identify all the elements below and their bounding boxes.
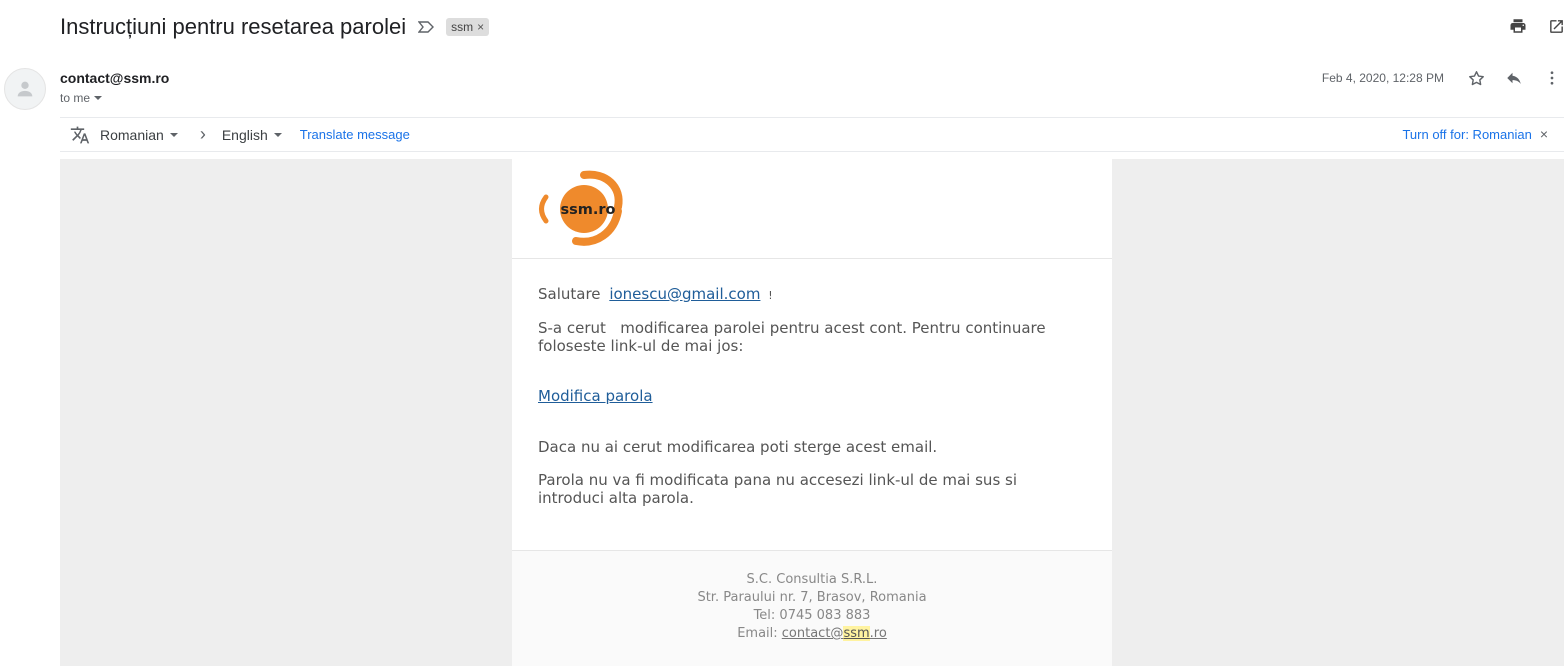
footer-email-tld: .ro bbox=[869, 626, 887, 641]
reply-icon[interactable] bbox=[1504, 68, 1524, 88]
more-vert-icon[interactable] bbox=[1542, 68, 1562, 88]
paragraph-1-a: S-a cerut bbox=[538, 319, 606, 337]
label-chip-text: ssm bbox=[451, 20, 474, 34]
paragraph-2: Daca nu ai cerut modificarea poti sterge… bbox=[538, 438, 938, 456]
recipient-text: to me bbox=[60, 91, 91, 105]
footer-address: Str. Paraului nr. 7, Brasov, Romania bbox=[697, 590, 927, 605]
email-content: Salutare ionescu@gmail.com ! S-a cerut m… bbox=[512, 259, 1112, 507]
translate-bar: Romanian › English Translate message Tur… bbox=[60, 117, 1564, 152]
thread-actions bbox=[1508, 16, 1566, 36]
message-date: Feb 4, 2020, 12:28 PM bbox=[1321, 71, 1444, 85]
open-in-new-window-icon[interactable] bbox=[1546, 16, 1566, 36]
footer-email-label: Email: bbox=[737, 626, 782, 641]
ssm-logo: ssm.ro bbox=[539, 170, 623, 246]
greeting-end: ! bbox=[768, 289, 773, 302]
translate-icon bbox=[70, 125, 90, 145]
chevron-right-icon: › bbox=[199, 124, 206, 144]
source-language-select[interactable]: Romanian bbox=[100, 127, 178, 143]
footer-phone: Tel: 0745 083 883 bbox=[753, 608, 871, 623]
email-header: ssm.ro bbox=[512, 159, 1112, 259]
paragraph-1: S-a cerut modificarea parolei pentru ace… bbox=[538, 319, 1086, 355]
print-icon[interactable] bbox=[1508, 16, 1528, 36]
turn-off-translate: Turn off for: Romanian × bbox=[1402, 126, 1548, 142]
sender-email[interactable]: contact@ssm.ro bbox=[60, 70, 169, 86]
chevron-down-icon bbox=[273, 132, 282, 137]
greeting-email-link[interactable]: ionescu@gmail.com bbox=[609, 285, 760, 303]
star-icon[interactable] bbox=[1466, 68, 1486, 88]
label-chip-ssm[interactable]: ssm × bbox=[446, 18, 490, 36]
paragraph-3: Parola nu va fi modificata pana nu acces… bbox=[538, 471, 1018, 507]
footer-email-highlight: ssm bbox=[843, 626, 870, 641]
email-footer: S.C. Consultia S.R.L. Str. Paraului nr. … bbox=[512, 550, 1112, 666]
greeting-text: Salutare bbox=[538, 285, 601, 303]
translate-message-link[interactable]: Translate message bbox=[300, 127, 410, 142]
chevron-down-icon[interactable] bbox=[94, 96, 103, 100]
close-icon[interactable]: × bbox=[1540, 126, 1548, 142]
footer-company: S.C. Consultia S.R.L. bbox=[746, 572, 878, 587]
person-avatar-icon bbox=[17, 81, 33, 97]
turn-off-translate-link[interactable]: Turn off for: Romanian bbox=[1402, 127, 1531, 142]
footer-email-user: contact@ bbox=[781, 626, 844, 641]
recipient-details[interactable]: to me bbox=[60, 91, 103, 105]
source-language-label: Romanian bbox=[100, 126, 164, 143]
sender-avatar[interactable] bbox=[4, 68, 46, 110]
remove-label-icon[interactable]: × bbox=[477, 20, 484, 34]
logo-text: ssm.ro bbox=[561, 202, 616, 218]
paragraph-1-b: modificarea parolei pentru acest cont. P… bbox=[538, 319, 1046, 355]
chevron-down-icon bbox=[169, 132, 178, 137]
important-marker-icon[interactable] bbox=[418, 20, 436, 34]
reset-password-link[interactable]: Modifica parola bbox=[538, 387, 653, 405]
greeting-line: Salutare ionescu@gmail.com ! bbox=[538, 285, 1086, 305]
message-actions bbox=[1466, 68, 1562, 88]
target-language-label: English bbox=[221, 126, 268, 143]
email-subject: Instrucțiuni pentru resetarea parolei bbox=[60, 14, 407, 39]
email-card: ssm.ro Salutare ionescu@gmail.com ! S-a … bbox=[512, 159, 1112, 666]
target-language-select[interactable]: English bbox=[222, 127, 282, 143]
subject-row: Instrucțiuni pentru resetarea parolei ss… bbox=[60, 12, 490, 42]
footer-email-link[interactable]: contact@ssm.ro bbox=[782, 626, 887, 641]
footer-email: Email: contact@ssm.ro bbox=[512, 625, 1112, 643]
